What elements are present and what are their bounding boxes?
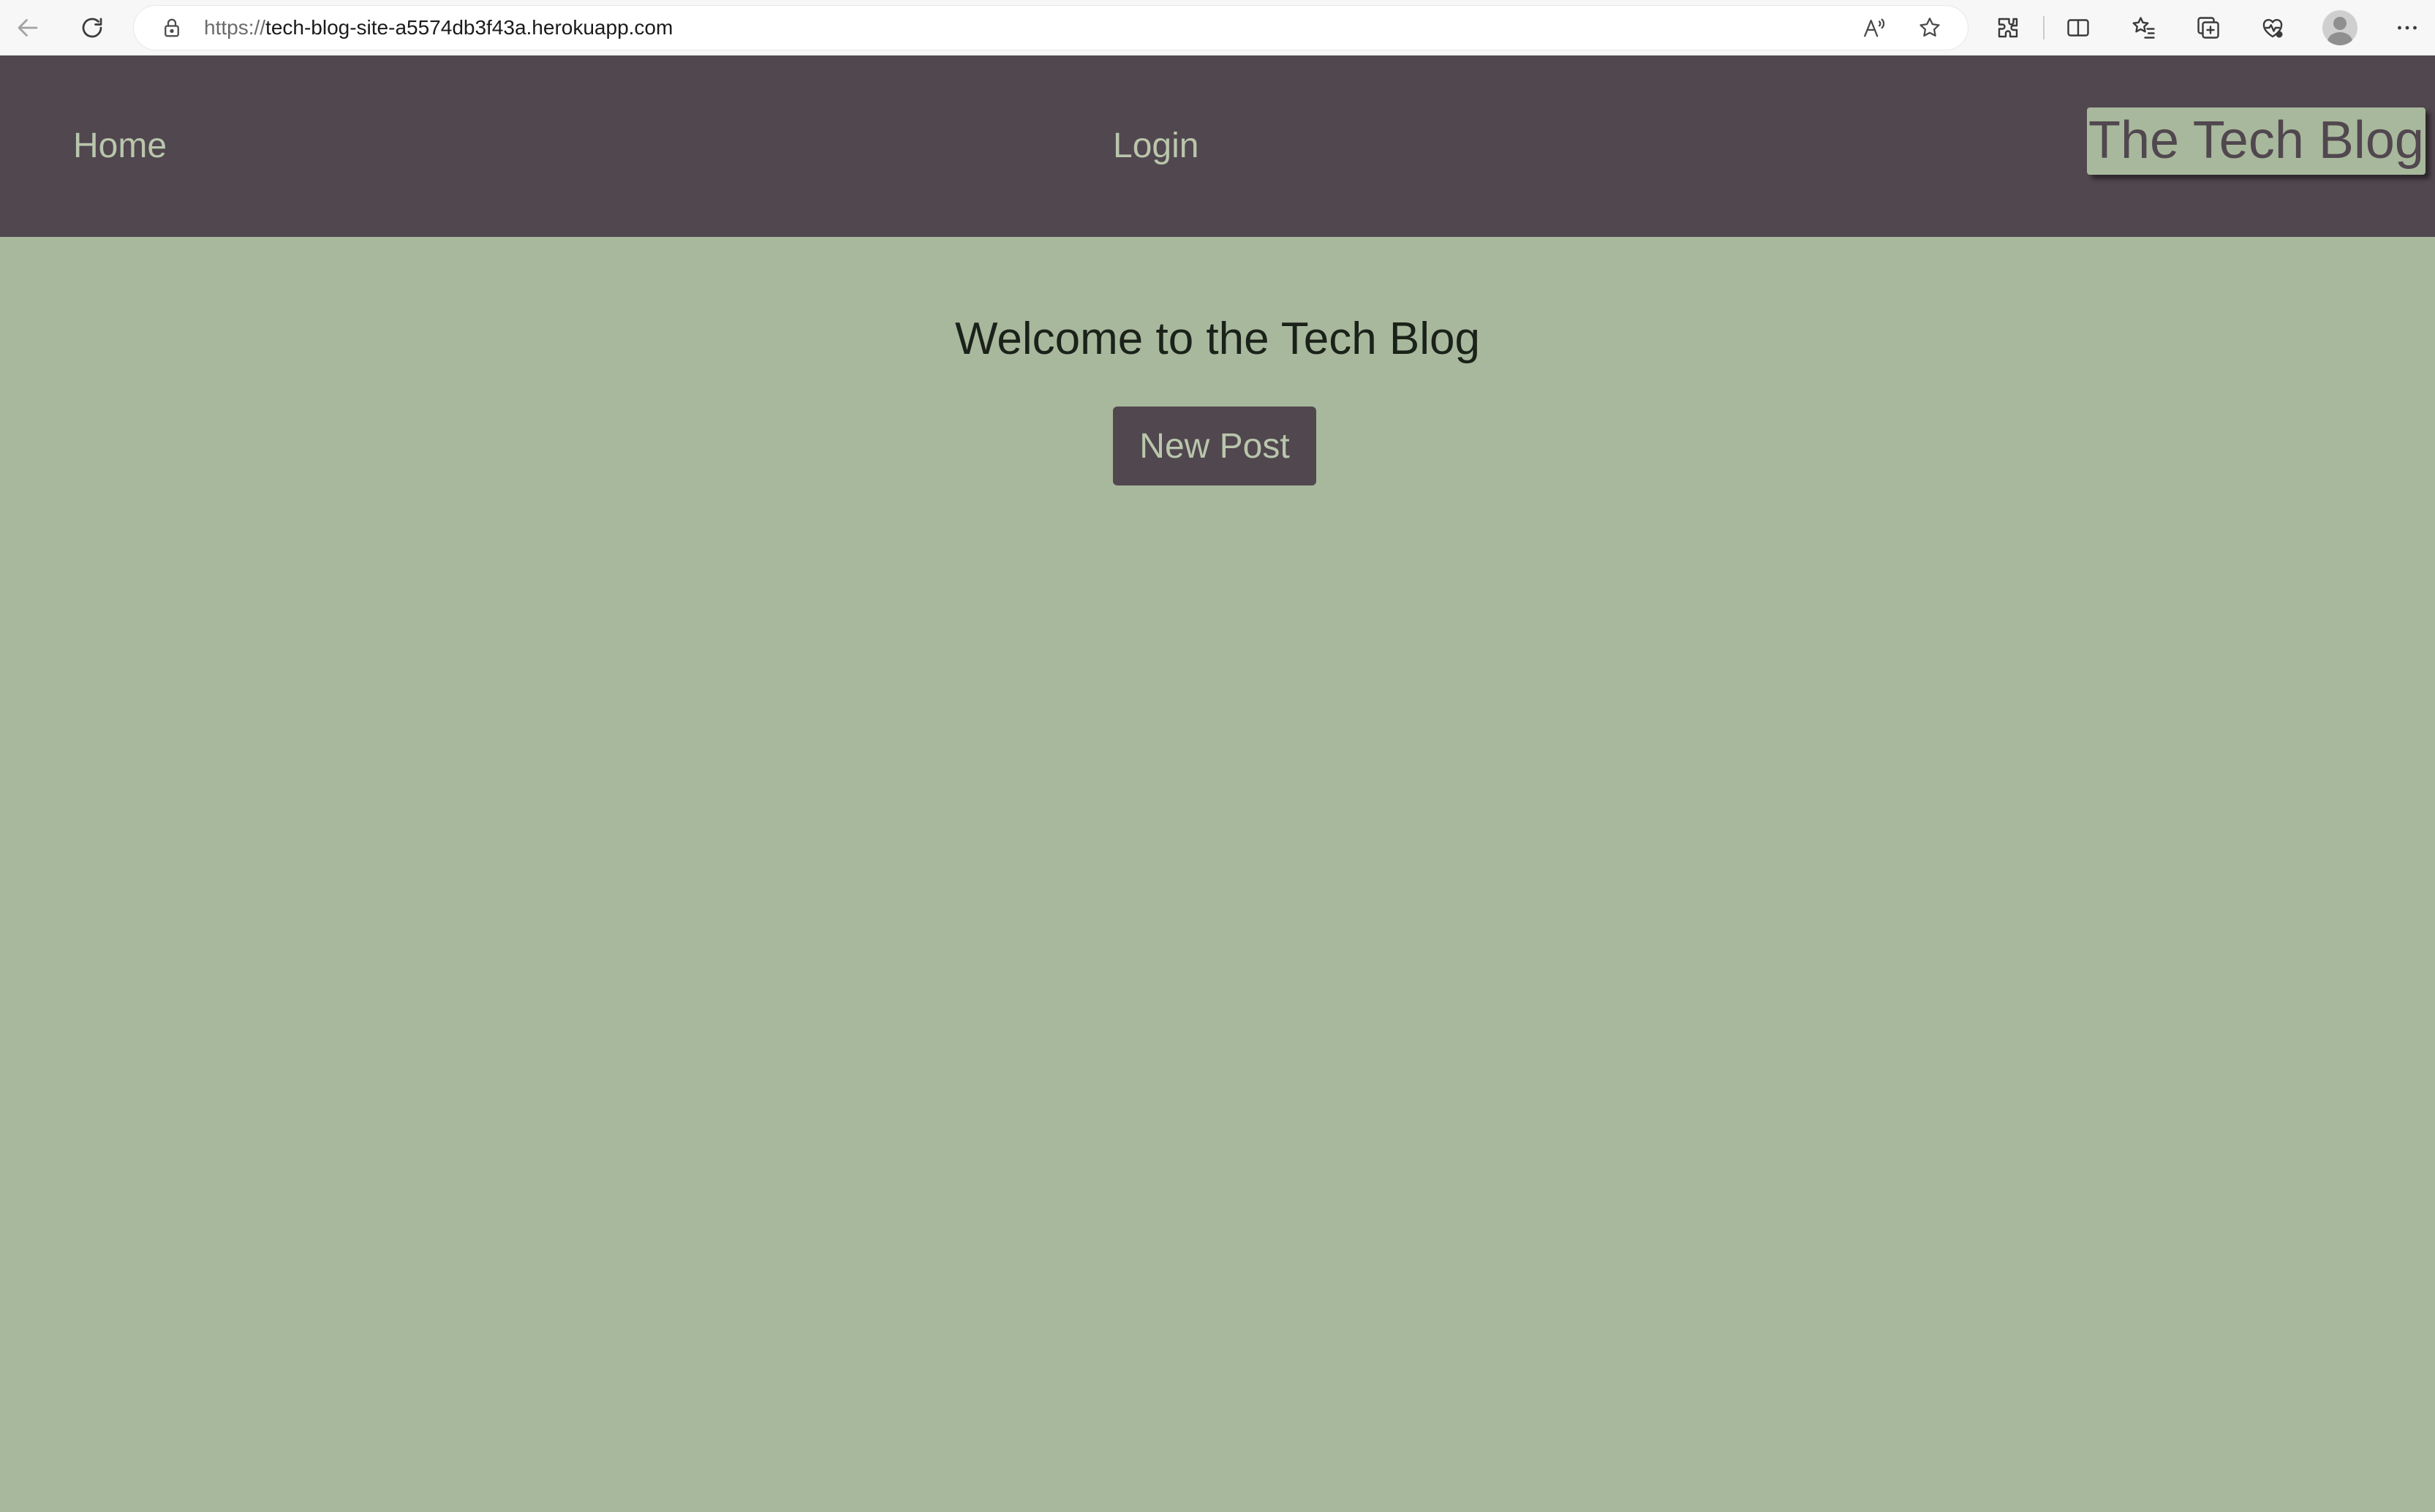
browser-essentials-icon[interactable] — [2258, 13, 2287, 42]
main-content: Welcome to the Tech Blog New Post — [0, 237, 2435, 1512]
address-bar[interactable]: https://tech-blog-site-a5574db3f43a.hero… — [134, 6, 1968, 50]
reload-icon[interactable] — [78, 13, 107, 42]
favorite-star-icon[interactable] — [1915, 13, 1944, 42]
favorites-icon[interactable] — [2129, 13, 2159, 42]
back-icon[interactable] — [13, 13, 42, 42]
url-host: tech-blog-site-a5574db3f43a.herokuapp.co… — [265, 16, 673, 39]
profile-avatar[interactable] — [2322, 10, 2357, 45]
avatar-head — [2333, 17, 2347, 30]
nav-home-link[interactable]: Home — [73, 56, 167, 237]
browser-toolbar: https://tech-blog-site-a5574db3f43a.hero… — [0, 0, 2435, 56]
read-aloud-icon[interactable] — [1860, 13, 1889, 42]
url-text[interactable]: https://tech-blog-site-a5574db3f43a.hero… — [204, 6, 673, 50]
toolbar-divider — [2043, 16, 2045, 39]
split-screen-icon[interactable] — [2064, 13, 2093, 42]
extensions-icon[interactable] — [1993, 13, 2023, 42]
more-icon[interactable] — [2393, 13, 2422, 42]
site-header: Home Login The Tech Blog — [0, 56, 2435, 237]
nav-login-link[interactable]: Login — [1113, 56, 1198, 237]
url-scheme: https:// — [204, 16, 266, 39]
page-title: Welcome to the Tech Blog — [955, 314, 1480, 364]
lock-icon[interactable] — [157, 13, 186, 42]
new-post-button[interactable]: New Post — [1113, 407, 1316, 485]
avatar-body — [2328, 32, 2352, 45]
site-brand-title[interactable]: The Tech Blog — [2087, 107, 2425, 175]
collections-icon[interactable] — [2194, 13, 2223, 42]
